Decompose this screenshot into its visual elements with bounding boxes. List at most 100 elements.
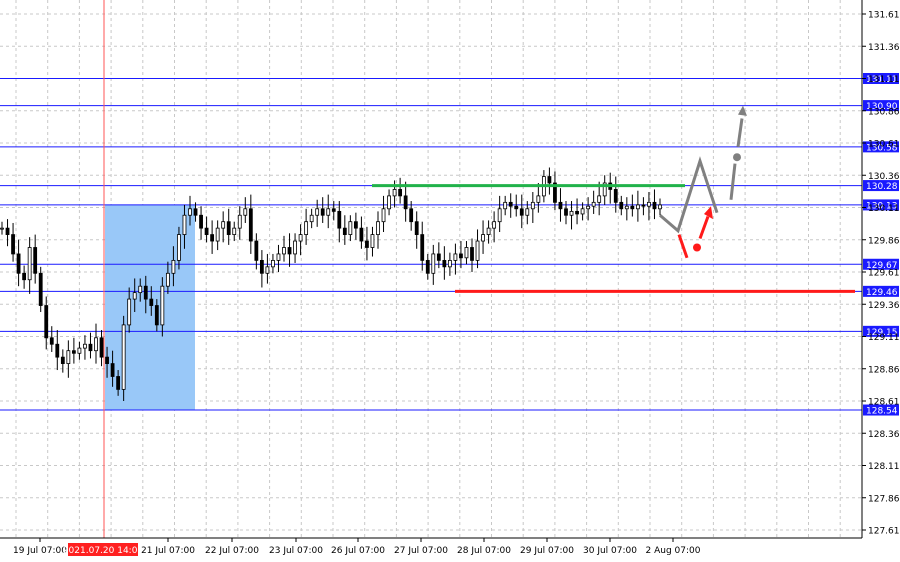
cursor-time-label: 2021.07.20 14:00 <box>63 546 144 556</box>
candle-body <box>210 234 215 242</box>
candle-body <box>326 208 331 216</box>
candle-body <box>193 208 198 216</box>
candle-body <box>182 214 187 235</box>
candle-body <box>392 189 397 197</box>
candle-body <box>237 214 242 229</box>
candle-body <box>66 350 71 364</box>
candle-body <box>508 201 513 207</box>
candle-body <box>575 210 579 215</box>
candle-body <box>530 201 535 210</box>
candle-body <box>453 253 458 261</box>
candle-body <box>475 240 480 261</box>
candle-body <box>154 305 159 326</box>
candle-body <box>381 208 386 223</box>
candle-body <box>641 204 646 207</box>
candle-body <box>287 247 292 255</box>
candle-body <box>55 343 60 358</box>
candle-body <box>309 214 314 223</box>
price-tick-label: 131.61 <box>868 11 900 21</box>
candle-body <box>514 205 519 210</box>
candle-body <box>497 208 502 223</box>
candle-body <box>304 221 309 235</box>
time-tick-label: 21 Jul 07:00 <box>141 546 195 556</box>
candle-body <box>447 259 452 268</box>
candle-body <box>105 356 109 364</box>
candle-body <box>591 201 596 207</box>
candle-body <box>5 227 10 235</box>
candle-body <box>398 189 403 197</box>
price-tick-label: 129.11 <box>868 333 900 343</box>
candle-body <box>348 221 353 235</box>
price-tick-label: 128.61 <box>868 398 900 408</box>
candle-body <box>365 240 369 248</box>
candle-body <box>425 259 430 274</box>
candle-body <box>370 234 375 248</box>
candle-body <box>481 234 485 242</box>
chart-canvas[interactable]: 131.11130.90130.58130.28130.13129.67129.… <box>0 0 900 558</box>
candle-body <box>11 234 15 255</box>
price-tick-label: 130.86 <box>868 107 900 117</box>
candle-body <box>265 266 270 274</box>
candle-body <box>293 240 297 255</box>
price-tick-label: 131.36 <box>868 43 900 53</box>
candle-body <box>376 221 380 235</box>
projection-gray-dot <box>733 153 741 162</box>
price-tick-label: 127.86 <box>868 494 900 504</box>
candle-body <box>127 298 132 326</box>
price-tick-label: 130.61 <box>868 140 900 150</box>
candle-body <box>431 253 436 274</box>
time-tick-label: 30 Jul 07:00 <box>583 546 637 556</box>
candle-body <box>298 234 303 242</box>
price-tick-label: 130.36 <box>868 172 900 182</box>
candle-body <box>149 298 154 306</box>
price-chart[interactable]: 131.11 130.90 130.58 130.28 130.13 129.67 129.… <box>0 0 900 558</box>
candle-body <box>248 208 253 242</box>
candle-body <box>630 205 635 210</box>
candle-body <box>652 201 657 210</box>
candle-body <box>143 285 148 300</box>
price-tick-label: 129.36 <box>868 301 900 311</box>
candle-body <box>177 234 181 261</box>
candle-body <box>619 201 624 210</box>
candle-body <box>271 259 275 268</box>
candle-body <box>564 208 568 216</box>
candle-body <box>470 247 474 261</box>
candle-body <box>132 292 137 300</box>
candle-body <box>519 208 524 216</box>
candle-body <box>320 208 325 216</box>
candle-body <box>71 350 76 354</box>
candle-body <box>121 324 126 390</box>
candle-body <box>414 221 419 235</box>
candle-body <box>16 253 21 274</box>
candle-body <box>215 227 220 242</box>
level-price-label: 130.28 <box>866 182 898 192</box>
candle-body <box>624 205 629 210</box>
candle-body <box>49 337 54 345</box>
candle-body <box>647 201 651 207</box>
candle-body <box>525 208 530 216</box>
candle-body <box>403 195 408 210</box>
candle-body <box>359 227 364 242</box>
price-tick-label: 131.11 <box>868 75 900 85</box>
candle-body <box>276 253 281 261</box>
price-tick-label: 129.86 <box>868 236 900 246</box>
candle-body <box>586 205 591 210</box>
candle-body <box>44 305 49 339</box>
candle-body <box>436 253 441 261</box>
level-price-label: 129.46 <box>866 288 898 298</box>
time-tick-label: 26 Jul 07:00 <box>331 546 385 556</box>
candle-body <box>188 208 192 216</box>
candle-body <box>315 208 320 216</box>
candle-body <box>199 214 203 229</box>
candle-body <box>116 376 121 390</box>
candle-body <box>353 221 358 229</box>
candle-body <box>409 208 414 223</box>
candle-body <box>27 247 32 281</box>
candle-body <box>597 195 602 203</box>
price-tick-label: 128.86 <box>868 365 900 375</box>
candle-body <box>420 234 425 261</box>
candle-body <box>22 272 27 281</box>
candle-body <box>547 176 552 184</box>
price-tick-label: 127.61 <box>868 527 900 537</box>
candle-body <box>232 227 237 235</box>
